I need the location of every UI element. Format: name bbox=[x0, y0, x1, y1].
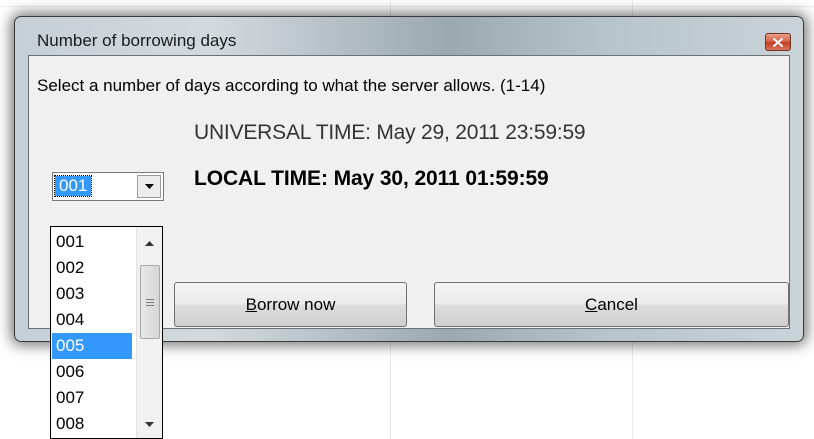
borrow-now-button[interactable]: Borrow now bbox=[174, 282, 407, 327]
borrow-now-accelerator: B bbox=[245, 294, 257, 314]
days-dropdown-list[interactable]: 001 002 003 004 005 006 007 008 bbox=[50, 226, 163, 439]
days-option[interactable]: 002 bbox=[52, 255, 132, 281]
days-option[interactable]: 007 bbox=[52, 385, 132, 411]
close-icon bbox=[773, 37, 783, 47]
window-title: Number of borrowing days bbox=[37, 31, 237, 50]
local-time-label: LOCAL TIME: May 30, 2011 01:59:59 bbox=[194, 167, 549, 190]
instruction-text: Select a number of days according to wha… bbox=[37, 76, 546, 95]
title-bar[interactable]: Number of borrowing days bbox=[15, 17, 803, 55]
days-option[interactable]: 001 bbox=[52, 229, 132, 255]
close-button[interactable] bbox=[765, 33, 791, 51]
cancel-accelerator: C bbox=[585, 294, 598, 314]
scroll-thumb[interactable] bbox=[140, 265, 160, 339]
universal-time-label: UNIVERSAL TIME: May 29, 2011 23:59:59 bbox=[194, 121, 586, 144]
days-option[interactable]: 008 bbox=[52, 411, 132, 437]
arrow-up-icon bbox=[145, 240, 154, 246]
borrow-now-label: orrow now bbox=[256, 294, 336, 314]
grip-icon bbox=[146, 298, 154, 306]
days-combobox-value[interactable]: 001 bbox=[53, 175, 93, 197]
dropdown-scrollbar[interactable] bbox=[136, 227, 162, 438]
arrow-down-icon bbox=[145, 421, 154, 427]
days-combobox-dropdown-button[interactable] bbox=[137, 175, 161, 198]
days-option-highlighted[interactable]: 005 bbox=[52, 333, 132, 359]
cancel-button[interactable]: Cancel bbox=[434, 282, 789, 327]
scroll-down-button[interactable] bbox=[137, 412, 162, 436]
days-option[interactable]: 004 bbox=[52, 307, 132, 333]
days-option[interactable]: 006 bbox=[52, 359, 132, 385]
days-option[interactable]: 003 bbox=[52, 281, 132, 307]
chevron-down-icon bbox=[144, 184, 154, 189]
background-gridline bbox=[0, 6, 814, 7]
scroll-up-button[interactable] bbox=[137, 231, 162, 255]
cancel-label: ancel bbox=[597, 294, 638, 314]
days-combobox[interactable]: 001 bbox=[52, 172, 164, 201]
